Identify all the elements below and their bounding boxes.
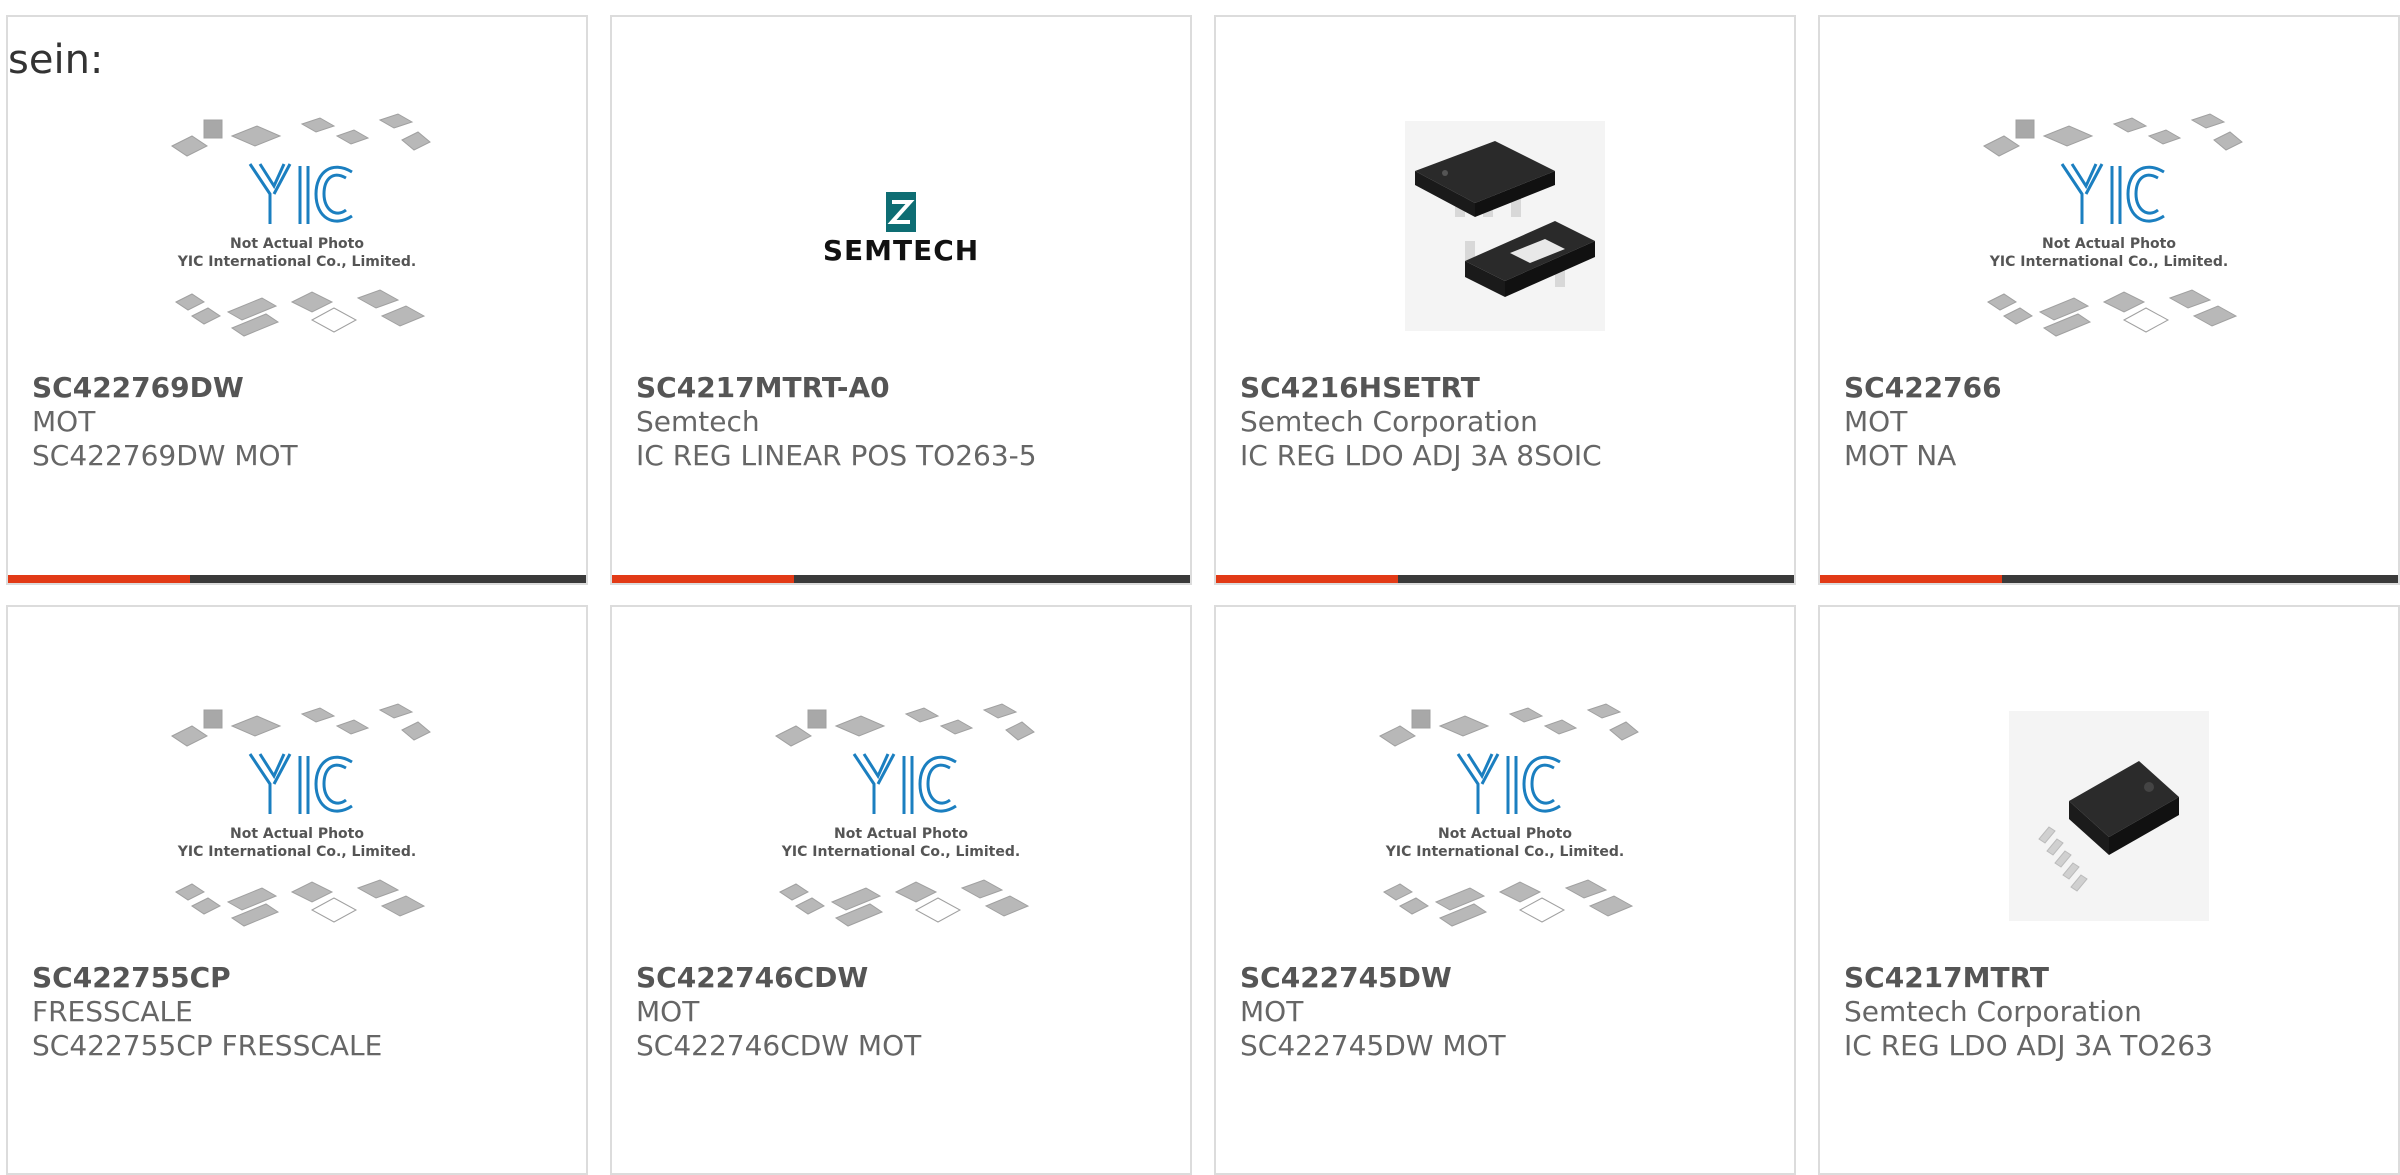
not-actual-photo-placeholder-icon: Not Actual Photo YIC International Co., … — [1379, 703, 1639, 927]
not-actual-photo-placeholder-icon: Not Actual Photo YIC International Co., … — [775, 703, 1035, 927]
product-image[interactable]: Not Actual Photo YIC International Co., … — [612, 671, 1190, 961]
part-number[interactable]: SC4217MTRT-A0 — [636, 371, 1180, 405]
product-image[interactable]: Not Actual Photo YIC International Co., … — [1216, 671, 1794, 961]
product-card[interactable]: Not Actual Photo YIC International Co., … — [6, 15, 588, 585]
to263-chip-photo-icon — [2009, 711, 2209, 921]
placeholder-line2: YIC International Co., Limited. — [1989, 254, 2228, 270]
product-image[interactable]: Not Actual Photo YIC International Co., … — [8, 81, 586, 371]
product-image[interactable] — [1820, 671, 2398, 961]
lead-text: sein: — [8, 37, 106, 83]
soic-chip-photo-icon — [1405, 121, 1605, 331]
part-description: SC422769DW MOT — [32, 439, 298, 472]
product-image[interactable]: SEMTECH — [612, 81, 1190, 371]
product-card[interactable]: Not Actual Photo YIC International Co., … — [1818, 15, 2400, 585]
not-actual-photo-placeholder-icon: Not Actual Photo YIC International Co., … — [171, 113, 431, 337]
part-number[interactable]: SC4216HSETRT — [1240, 371, 1784, 405]
placeholder-line2: YIC International Co., Limited. — [1385, 844, 1624, 860]
manufacturer: MOT — [32, 405, 96, 438]
part-description: SC422746CDW MOT — [636, 1029, 922, 1062]
product-card[interactable]: Not Actual Photo YIC International Co., … — [1214, 605, 1796, 1175]
placeholder-line1: Not Actual Photo — [230, 236, 364, 252]
manufacturer: Semtech Corporation — [1240, 405, 1538, 438]
placeholder-line2: YIC International Co., Limited. — [781, 844, 1020, 860]
part-description: IC REG LDO ADJ 3A TO263 — [1844, 1029, 2213, 1062]
part-number[interactable]: SC4217MTRT — [1844, 961, 2388, 995]
product-card[interactable]: Not Actual Photo YIC International Co., … — [610, 605, 1192, 1175]
manufacturer: MOT — [1844, 405, 1908, 438]
part-number[interactable]: SC422746CDW — [636, 961, 1180, 995]
part-description: IC REG LINEAR POS TO263-5 — [636, 439, 1037, 472]
product-card[interactable]: SEMTECH SC4217MTRT-A0 Semtech IC REG LIN… — [610, 15, 1192, 585]
part-number[interactable]: SC422755CP — [32, 961, 576, 995]
product-card[interactable]: SC4216HSETRT Semtech Corporation IC REG … — [1214, 15, 1796, 585]
manufacturer: Semtech Corporation — [1844, 995, 2142, 1028]
card-bottom-bar — [1216, 575, 1794, 583]
part-number[interactable]: SC422745DW — [1240, 961, 1784, 995]
card-bottom-bar — [612, 575, 1190, 583]
product-card[interactable]: SC4217MTRT Semtech Corporation IC REG LD… — [1818, 605, 2400, 1175]
part-number[interactable]: SC422766 — [1844, 371, 2388, 405]
card-bottom-bar — [8, 575, 586, 583]
semtech-logo-icon: SEMTECH — [823, 192, 979, 266]
manufacturer: FRESSCALE — [32, 995, 193, 1028]
manufacturer: Semtech — [636, 405, 760, 438]
part-description: IC REG LDO ADJ 3A 8SOIC — [1240, 439, 1602, 472]
manufacturer: MOT — [636, 995, 700, 1028]
part-description: SC422755CP FRESSCALE — [32, 1029, 383, 1062]
placeholder-line1: Not Actual Photo — [2042, 236, 2176, 252]
not-actual-photo-placeholder-icon: Not Actual Photo YIC International Co., … — [1983, 113, 2243, 337]
placeholder-line1: Not Actual Photo — [230, 826, 364, 842]
placeholder-line1: Not Actual Photo — [834, 826, 968, 842]
manufacturer: MOT — [1240, 995, 1304, 1028]
part-number[interactable]: SC422769DW — [32, 371, 576, 405]
placeholder-line2: YIC International Co., Limited. — [177, 844, 416, 860]
placeholder-line1: Not Actual Photo — [1438, 826, 1572, 842]
product-image[interactable]: Not Actual Photo YIC International Co., … — [8, 671, 586, 961]
placeholder-line2: YIC International Co., Limited. — [177, 254, 416, 270]
semtech-logo-text: SEMTECH — [823, 234, 979, 266]
card-bottom-bar — [1820, 575, 2398, 583]
not-actual-photo-placeholder-icon: Not Actual Photo YIC International Co., … — [171, 703, 431, 927]
product-image[interactable]: Not Actual Photo YIC International Co., … — [1820, 81, 2398, 371]
part-description: MOT NA — [1844, 439, 1957, 472]
part-description: SC422745DW MOT — [1240, 1029, 1506, 1062]
product-image[interactable] — [1216, 81, 1794, 371]
product-card[interactable]: Not Actual Photo YIC International Co., … — [6, 605, 588, 1175]
